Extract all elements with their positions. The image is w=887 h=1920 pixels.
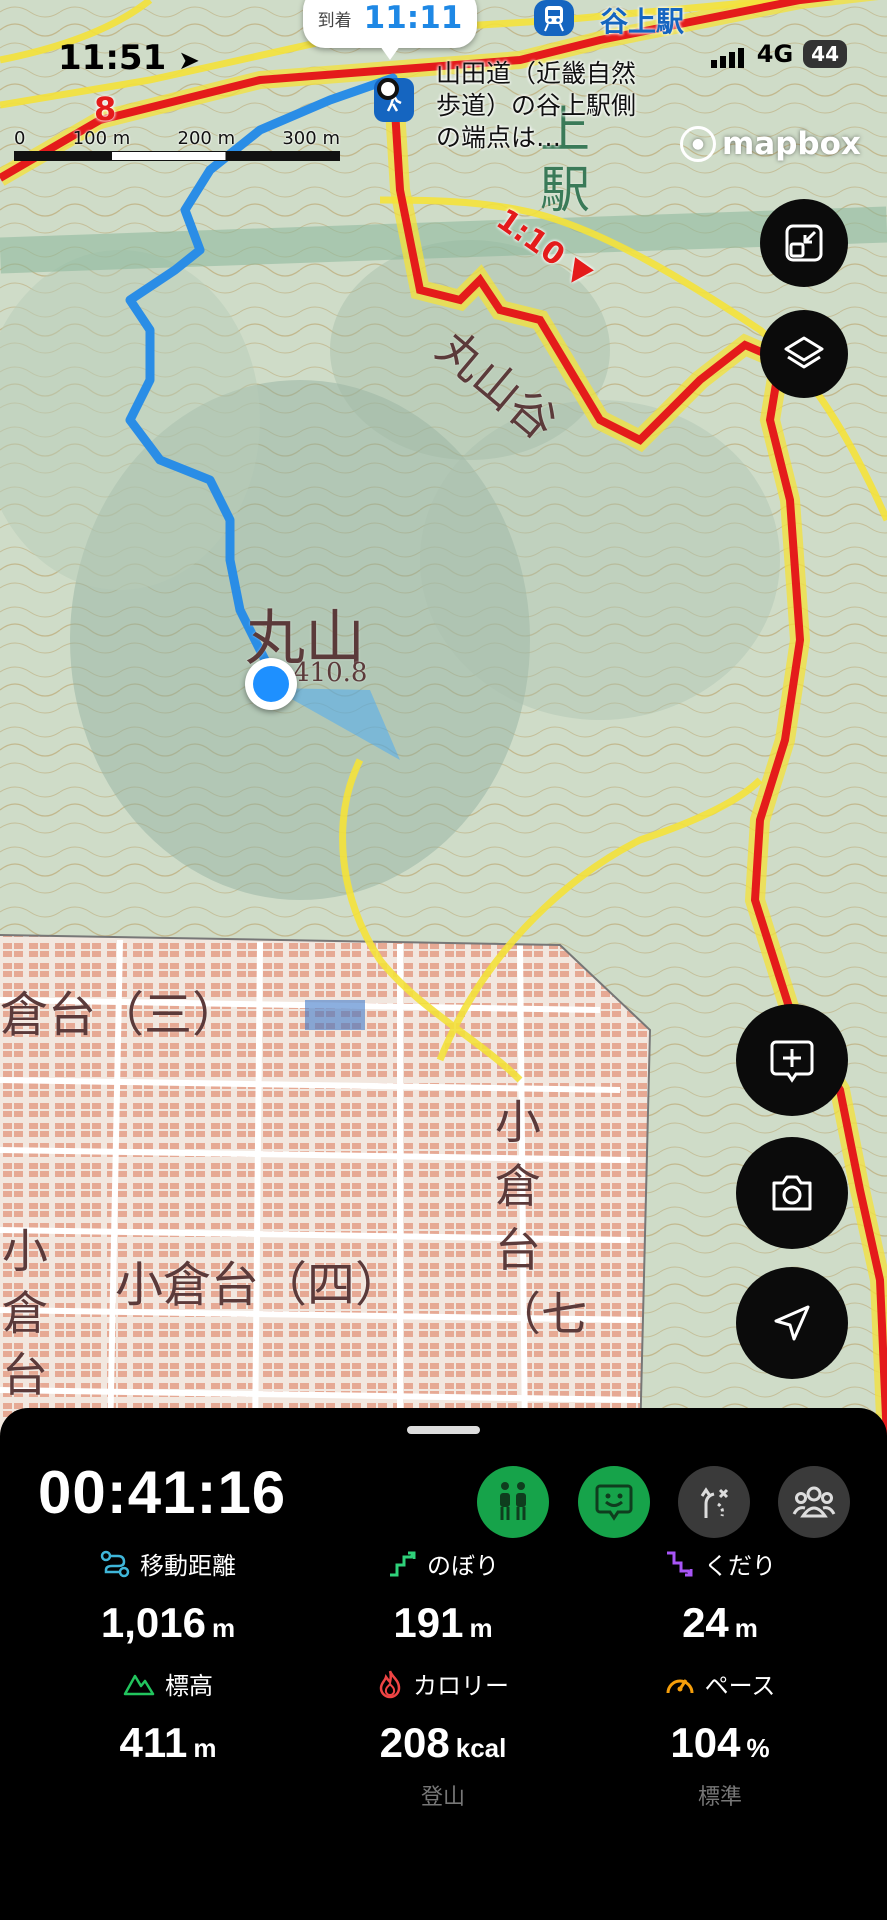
stat-pace: ペース 104% 標準: [590, 1666, 850, 1811]
stat-label: カロリー: [413, 1672, 509, 1700]
stat-label: ペース: [704, 1672, 776, 1700]
fit-bounds-button[interactable]: [760, 199, 848, 287]
signal-icon: [710, 40, 747, 68]
stat-value: 24: [682, 1599, 729, 1646]
stat-label: 標高: [165, 1672, 213, 1700]
stat-value: 104: [670, 1719, 741, 1766]
group-button[interactable]: [778, 1466, 850, 1538]
plus-bubble-icon: [770, 1040, 814, 1083]
stat-value: 191: [393, 1599, 464, 1646]
scale-tick: 200 m: [177, 128, 236, 149]
flame-icon: [379, 1670, 401, 1698]
network-label: 4G: [756, 40, 794, 68]
mapbox-attribution[interactable]: ● mapbox: [680, 126, 861, 162]
stat-value: 208: [379, 1719, 450, 1766]
camera-icon: [772, 1175, 812, 1211]
stat-unit: m: [211, 1613, 236, 1643]
layers-icon: [784, 336, 824, 369]
poi-label[interactable]: 山田道（近畿自然歩道）の谷上駅側の端点は…: [436, 58, 636, 154]
navigation-arrow-icon: [774, 1305, 810, 1341]
waypoint-marker: [377, 78, 399, 100]
stat-calories: カロリー 208 kcal 登山: [313, 1666, 573, 1811]
descent-icon: [667, 1551, 693, 1576]
route-deviation-button[interactable]: [678, 1466, 750, 1538]
station-badge[interactable]: [534, 0, 574, 36]
stat-ascent: のぼり 191 m: [313, 1546, 573, 1647]
mountain-icon: [123, 1674, 155, 1695]
gauge-icon: [666, 1678, 694, 1693]
district-4-label: 小倉台（四）: [115, 1257, 404, 1313]
stat-descent: くだり 24 m: [590, 1546, 850, 1647]
elapsed-time: 00:41:16: [38, 1459, 287, 1526]
stat-unit: m: [193, 1733, 217, 1763]
location-services-icon: ➤: [178, 46, 200, 76]
scale-tick: 100 m: [72, 128, 131, 149]
map-view[interactable]: 丸山 410.8 丸山谷 上駅 倉台（三） 小倉台（四） 小倉台（七 小倉台 山…: [0, 0, 887, 1440]
arrival-time: 11:11: [363, 0, 463, 36]
sheet-handle[interactable]: [407, 1426, 480, 1434]
stat-distance: 移動距離 1,016 m: [38, 1546, 298, 1647]
stat-value: 1,016: [100, 1599, 206, 1646]
hiking-buddies-button[interactable]: [477, 1466, 549, 1538]
group-icon: [792, 1486, 836, 1518]
face-status-button[interactable]: [578, 1466, 650, 1538]
stat-value: 411: [119, 1719, 188, 1766]
mapbox-logo-icon: ●: [680, 126, 716, 162]
layers-button[interactable]: [760, 310, 848, 398]
activity-sheet: 00:41:16 移動距離 1,016 m のぼり 191 m くだり 24 m…: [0, 1408, 887, 1920]
battery-icon: 44: [803, 40, 847, 68]
district-3-label: 倉台（三）: [0, 987, 241, 1043]
distance-icon: [100, 1550, 130, 1577]
mapbox-label: mapbox: [722, 126, 861, 162]
stat-unit: m: [734, 1613, 758, 1643]
add-note-button[interactable]: [736, 1004, 848, 1116]
train-icon: [544, 6, 564, 32]
stat-sub: 標準: [697, 1785, 742, 1810]
stat-unit: kcal: [455, 1733, 507, 1763]
smile-bubble-icon: [595, 1484, 633, 1521]
stat-unit: m: [469, 1613, 493, 1643]
scale-tick: 0: [14, 128, 26, 149]
scale-bar-line: [14, 151, 340, 161]
district-left-label: 小倉台: [2, 1224, 48, 1402]
station-name[interactable]: 谷上駅: [600, 0, 684, 40]
locate-button[interactable]: [736, 1267, 848, 1379]
stat-label: のぼり: [427, 1552, 499, 1580]
stat-label: くだり: [704, 1552, 776, 1580]
district-7-label: 小倉台（七: [495, 1095, 587, 1341]
status-time: 11:51 ➤: [58, 38, 200, 78]
camera-button[interactable]: [736, 1137, 848, 1249]
stat-label: 移動距離: [140, 1552, 236, 1580]
arrival-bubble[interactable]: 到着 11:11: [303, 0, 477, 48]
arrival-label: 到着: [317, 10, 352, 31]
stat-unit: %: [746, 1733, 770, 1763]
scale-bar: 0 100 m 200 m 300 m: [14, 128, 340, 161]
stat-sub: 登山: [420, 1785, 465, 1810]
stat-elevation: 標高 411 m: [38, 1666, 298, 1767]
route-number: 8: [94, 90, 117, 128]
arrival-bubble-tail: [380, 46, 400, 60]
current-location-dot: [245, 658, 297, 710]
status-right: 4G 44: [710, 40, 847, 68]
elevation-label: 410.8: [293, 658, 368, 688]
people-pair-icon: [500, 1482, 526, 1520]
scale-tick: 300 m: [282, 128, 340, 149]
collapse-icon: [785, 224, 823, 262]
ascent-icon: [390, 1551, 416, 1576]
route-branch-icon: [700, 1487, 729, 1518]
